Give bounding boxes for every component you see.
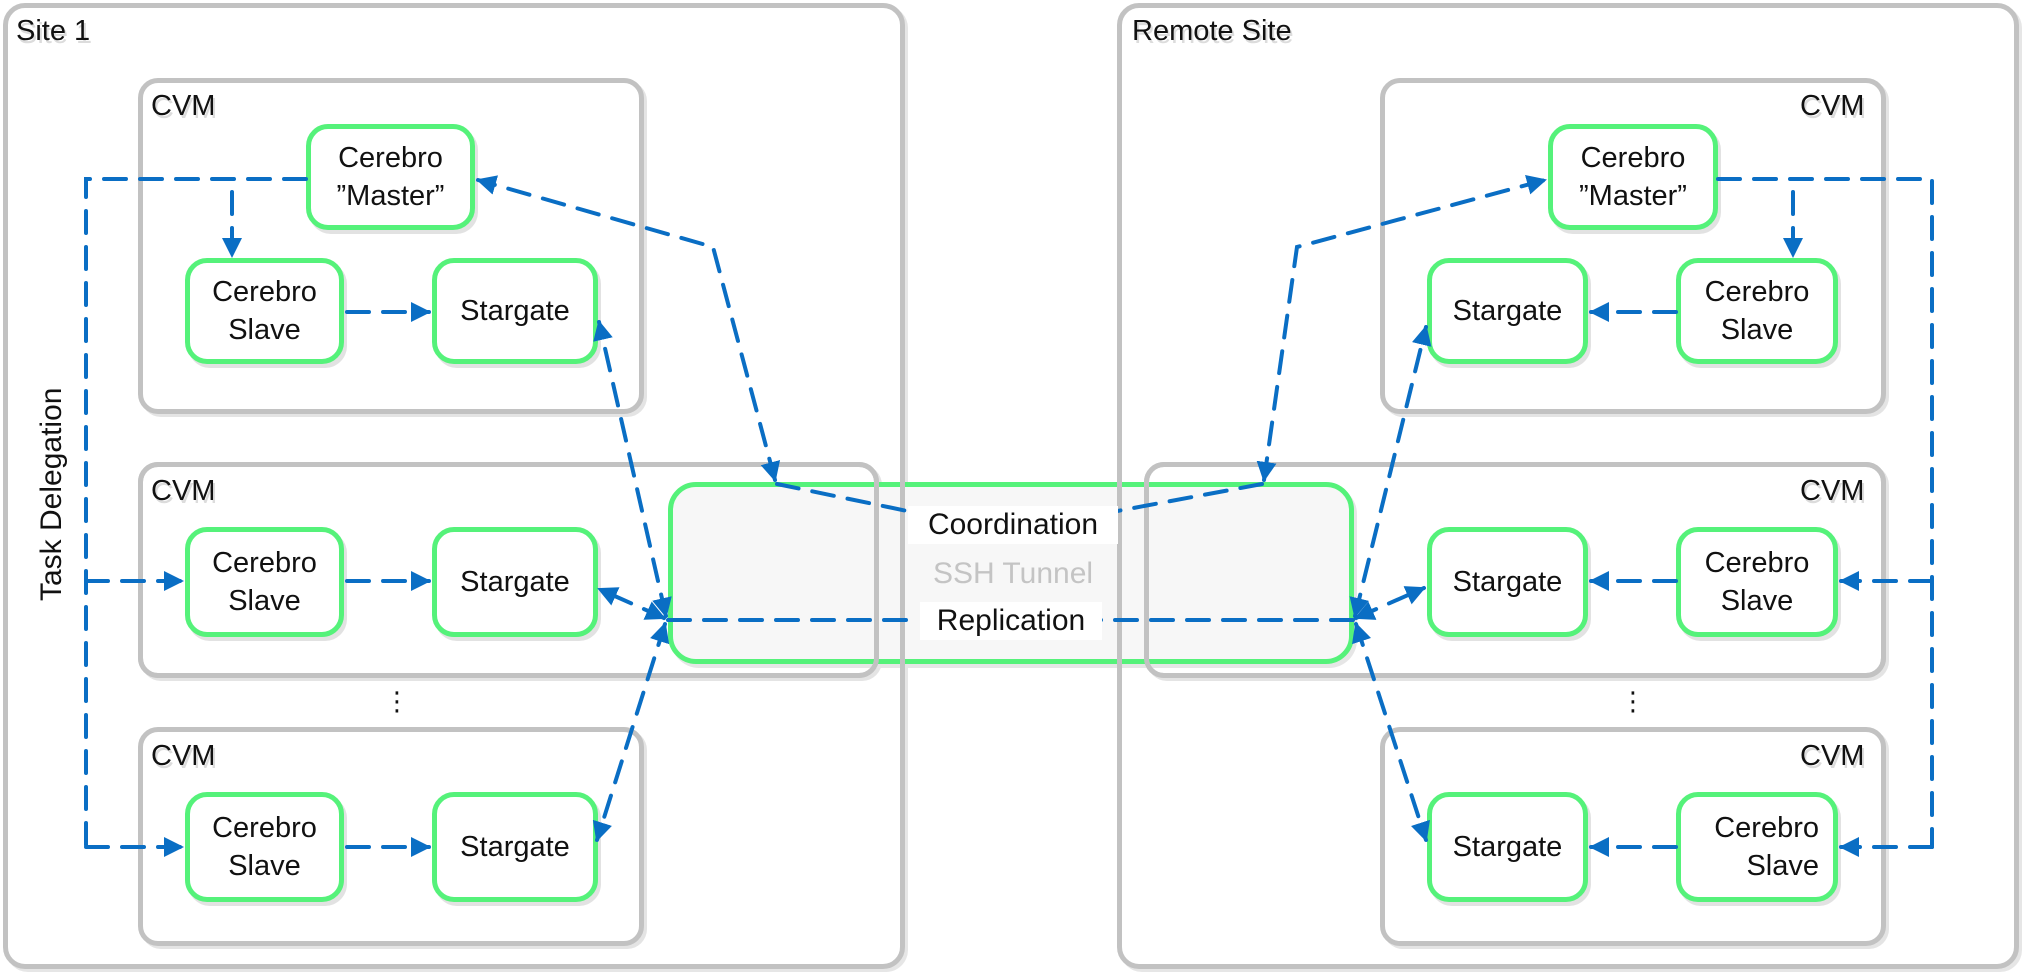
- service-role: Slave: [228, 585, 301, 617]
- service-name: Cerebro: [1714, 812, 1819, 844]
- right-stargate-1[interactable]: Stargate: [1427, 258, 1588, 364]
- right-cerebro-master[interactable]: Cerebro ”Master”: [1548, 124, 1718, 230]
- right-stargate-2[interactable]: Stargate: [1427, 527, 1588, 637]
- service-name: Cerebro: [212, 276, 317, 308]
- left-cerebro-slave-2[interactable]: Cerebro Slave: [185, 527, 344, 637]
- left-stargate-3[interactable]: Stargate: [432, 792, 598, 902]
- service-name: Stargate: [1452, 566, 1563, 598]
- right-cerebro-slave-1[interactable]: Cerebro Slave: [1676, 258, 1838, 364]
- site-1-title: Site 1: [16, 15, 91, 47]
- service-name: Cerebro: [338, 142, 443, 174]
- left-cvm-1-label: CVM: [151, 90, 216, 122]
- coordination-label: Coordination: [908, 506, 1118, 544]
- left-cerebro-slave-1[interactable]: Cerebro Slave: [185, 258, 344, 364]
- service-name: Stargate: [460, 295, 570, 327]
- replication-label: Replication: [920, 602, 1102, 640]
- service-name: Cerebro: [1704, 547, 1810, 579]
- service-name: Stargate: [460, 831, 570, 863]
- service-role: Slave: [1720, 314, 1794, 346]
- right-cvm-1-label: CVM: [1800, 90, 1865, 122]
- left-cerebro-slave-3[interactable]: Cerebro Slave: [185, 792, 344, 902]
- left-cvm-3-label: CVM: [151, 740, 216, 772]
- left-stargate-1[interactable]: Stargate: [432, 258, 598, 364]
- right-stargate-3[interactable]: Stargate: [1427, 792, 1588, 902]
- left-more-cvms-ellipsis: ⋮: [384, 686, 410, 716]
- right-cerebro-slave-2[interactable]: Cerebro Slave: [1676, 527, 1838, 637]
- service-name: Stargate: [460, 566, 570, 598]
- service-name: Cerebro: [212, 547, 317, 579]
- task-delegation-label: Task Delegation: [35, 387, 68, 601]
- right-more-cvms-ellipsis: ⋮: [1620, 686, 1646, 716]
- service-name: Stargate: [1452, 831, 1563, 863]
- service-role: ”Master”: [1579, 180, 1687, 212]
- service-role: Slave: [1720, 585, 1794, 617]
- service-role: ”Master”: [336, 180, 445, 212]
- right-cerebro-slave-3[interactable]: Cerebro Slave: [1676, 792, 1838, 902]
- site-1-right-edge-overlay: [900, 470, 905, 680]
- service-name: Cerebro: [212, 812, 317, 844]
- left-stargate-2[interactable]: Stargate: [432, 527, 598, 637]
- right-cvm-3-label: CVM: [1800, 740, 1865, 772]
- left-cerebro-master[interactable]: Cerebro ”Master”: [306, 124, 475, 230]
- service-name: Cerebro: [1580, 142, 1686, 174]
- service-role: Slave: [228, 850, 301, 882]
- remote-site-left-edge-overlay: [1117, 470, 1122, 680]
- service-name: Cerebro: [1704, 276, 1810, 308]
- service-role: Slave: [228, 314, 301, 346]
- service-name: Stargate: [1452, 295, 1563, 327]
- ssh-tunnel-label: SSH Tunnel: [932, 557, 1094, 590]
- service-role: Slave: [1746, 850, 1819, 882]
- remote-site-title: Remote Site: [1132, 15, 1292, 47]
